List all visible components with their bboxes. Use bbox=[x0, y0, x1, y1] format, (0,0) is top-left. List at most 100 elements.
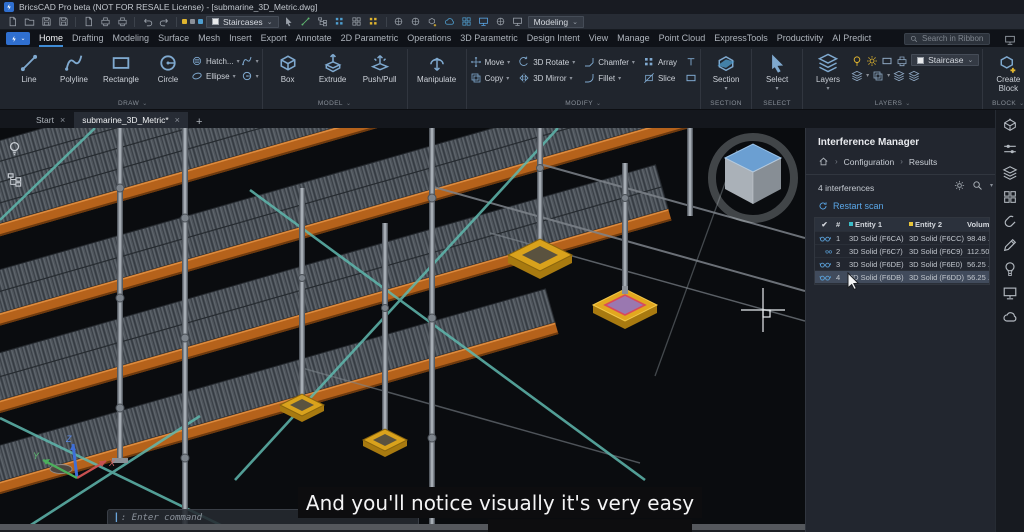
tab-surface[interactable]: Surface bbox=[158, 31, 189, 46]
array-button[interactable]: Array bbox=[643, 56, 677, 68]
mirror-3d-button[interactable]: 3D Mirror ▾ bbox=[518, 72, 575, 84]
layer-freeze-icon[interactable] bbox=[198, 19, 203, 24]
workspace-select[interactable]: Modeling ⌄ bbox=[527, 15, 584, 28]
model-browser-cube-icon[interactable] bbox=[1002, 117, 1018, 133]
fillet-button[interactable]: Fillet ▾ bbox=[583, 72, 635, 84]
line-button[interactable]: Line bbox=[7, 49, 51, 84]
arc-button[interactable]: ▾ bbox=[241, 55, 259, 67]
layer-walk-icon[interactable] bbox=[908, 69, 920, 81]
open-file-icon[interactable] bbox=[22, 16, 36, 28]
convert-button[interactable] bbox=[685, 72, 697, 84]
ellipse-button[interactable]: Ellipse ▾ bbox=[191, 70, 240, 82]
tab-drafting[interactable]: Drafting bbox=[72, 31, 104, 46]
layer-isolate-icon[interactable] bbox=[851, 69, 863, 81]
tab-point-cloud[interactable]: Point Cloud bbox=[659, 31, 706, 46]
table-row[interactable]: 1 3D Solid (F6CA) 3D Solid (F6CC) 98.48 … bbox=[815, 232, 989, 245]
layer-plot-icon[interactable] bbox=[896, 54, 908, 66]
select-button[interactable]: Select ▾ bbox=[755, 49, 799, 92]
hatch-button[interactable]: Hatch... ▾ bbox=[191, 55, 240, 67]
table-row-selected[interactable]: 4 3D Solid (F6DB) 3D Solid (F6DD) 56.25 … bbox=[815, 271, 989, 284]
chevron-down-icon[interactable]: ▾ bbox=[990, 182, 993, 189]
search-input[interactable] bbox=[922, 34, 992, 43]
render-balloon-icon[interactable] bbox=[1002, 261, 1018, 277]
manipulate-button[interactable]: Manipulate bbox=[411, 49, 463, 84]
close-icon[interactable]: × bbox=[60, 115, 65, 125]
slice-button[interactable]: Slice bbox=[643, 72, 677, 84]
current-layer-select[interactable]: Staircase ⌄ bbox=[911, 54, 980, 66]
workspace-switch-icon[interactable] bbox=[511, 16, 525, 28]
highlight-sun-icon[interactable] bbox=[954, 180, 965, 191]
polyline-button[interactable]: Polyline bbox=[52, 49, 96, 84]
application-button[interactable]: ⌄ bbox=[6, 32, 30, 45]
tab-modeling[interactable]: Modeling bbox=[113, 31, 150, 46]
measure-tool-icon[interactable] bbox=[316, 16, 330, 28]
print-icon[interactable] bbox=[98, 16, 112, 28]
home-icon[interactable] bbox=[818, 156, 829, 167]
new-sheet-icon[interactable] bbox=[81, 16, 95, 28]
move-button[interactable]: Move ▾ bbox=[470, 56, 510, 68]
select-tool-icon[interactable] bbox=[282, 16, 296, 28]
view-cube-icon[interactable] bbox=[426, 16, 440, 28]
text-style-button[interactable] bbox=[685, 56, 697, 68]
layer-state-icon[interactable] bbox=[182, 19, 187, 24]
create-block-button[interactable]: Create Block bbox=[986, 49, 1024, 93]
zoom-to-icon[interactable] bbox=[972, 180, 983, 191]
section-button[interactable]: Section ▾ bbox=[704, 49, 748, 92]
visibility-eye-icon[interactable] bbox=[819, 273, 831, 282]
blocks-panel-icon[interactable] bbox=[1002, 189, 1018, 205]
layer-thaw-icon[interactable] bbox=[866, 54, 878, 66]
settings-gear-icon[interactable] bbox=[494, 16, 508, 28]
snap-tool-icon[interactable] bbox=[299, 16, 313, 28]
close-icon[interactable]: × bbox=[175, 115, 180, 125]
table-icon[interactable] bbox=[460, 16, 474, 28]
tab-view[interactable]: View bbox=[589, 31, 608, 46]
layers-button[interactable]: Layers ▾ bbox=[806, 49, 850, 92]
tab-2d-parametric[interactable]: 2D Parametric bbox=[341, 31, 399, 46]
doc-tab-submarine[interactable]: submarine_3D_Metric* × bbox=[74, 112, 188, 128]
display-settings-icon[interactable] bbox=[1002, 285, 1018, 301]
grid-yellow-icon[interactable] bbox=[367, 16, 381, 28]
breadcrumb-results[interactable]: Results bbox=[909, 157, 937, 167]
tab-mesh[interactable]: Mesh bbox=[198, 31, 220, 46]
annotate-pencil-icon[interactable] bbox=[1002, 237, 1018, 253]
redo-icon[interactable] bbox=[157, 16, 171, 28]
tab-operations[interactable]: Operations bbox=[407, 31, 451, 46]
new-file-icon[interactable] bbox=[5, 16, 19, 28]
chamfer-button[interactable]: Chamfer ▾ bbox=[583, 56, 635, 68]
grid-blue-icon[interactable] bbox=[333, 16, 347, 28]
circle-button[interactable]: Circle bbox=[146, 49, 190, 84]
save-as-icon[interactable] bbox=[56, 16, 70, 28]
doc-tab-start[interactable]: Start × bbox=[28, 112, 73, 128]
box-button[interactable]: Box bbox=[266, 49, 310, 84]
tab-3d-parametric[interactable]: 3D Parametric bbox=[460, 31, 518, 46]
tab-export[interactable]: Export bbox=[261, 31, 287, 46]
structure-browser-icon[interactable] bbox=[6, 171, 23, 188]
shade-icon[interactable] bbox=[443, 16, 457, 28]
undo-icon[interactable] bbox=[140, 16, 154, 28]
attachments-paperclip-icon[interactable] bbox=[1002, 213, 1018, 229]
tab-home[interactable]: Home bbox=[39, 31, 64, 47]
new-tab-button[interactable]: + bbox=[189, 116, 209, 128]
layers-panel-icon[interactable] bbox=[1002, 165, 1018, 181]
view-sphere-icon[interactable] bbox=[409, 16, 423, 28]
visibility-eye-icon[interactable] bbox=[819, 234, 831, 243]
restart-scan-button[interactable]: Restart scan bbox=[818, 201, 884, 211]
tab-manage[interactable]: Manage bbox=[617, 31, 650, 46]
table-row[interactable]: 2 3D Solid (F6C7) 3D Solid (F6C9) 112.50… bbox=[815, 245, 989, 258]
properties-sliders-icon[interactable] bbox=[1002, 141, 1018, 157]
tab-expresstools[interactable]: ExpressTools bbox=[714, 31, 768, 46]
layer-merge-icon[interactable] bbox=[893, 69, 905, 81]
tips-bulb-icon[interactable] bbox=[6, 140, 23, 157]
visibility-eye-icon[interactable] bbox=[825, 247, 833, 256]
table-row[interactable]: 3 3D Solid (F6DE) 3D Solid (F6E0) 56.25 … bbox=[815, 258, 989, 271]
point-button[interactable]: ▾ bbox=[241, 70, 259, 82]
tab-ai-predict[interactable]: AI Predict bbox=[832, 31, 871, 46]
layer-select[interactable]: Staircases ⌄ bbox=[206, 15, 279, 28]
render-icon[interactable] bbox=[477, 16, 491, 28]
snap-grid-icon[interactable] bbox=[350, 16, 364, 28]
table-header-row[interactable]: ✔ # Entity 1 Entity 2 Volume bbox=[815, 218, 989, 232]
layer-lock-icon[interactable] bbox=[190, 19, 195, 24]
tab-productivity[interactable]: Productivity bbox=[777, 31, 824, 46]
push-pull-button[interactable]: Push/Pull bbox=[356, 49, 404, 84]
copy-button[interactable]: Copy ▾ bbox=[470, 72, 511, 84]
